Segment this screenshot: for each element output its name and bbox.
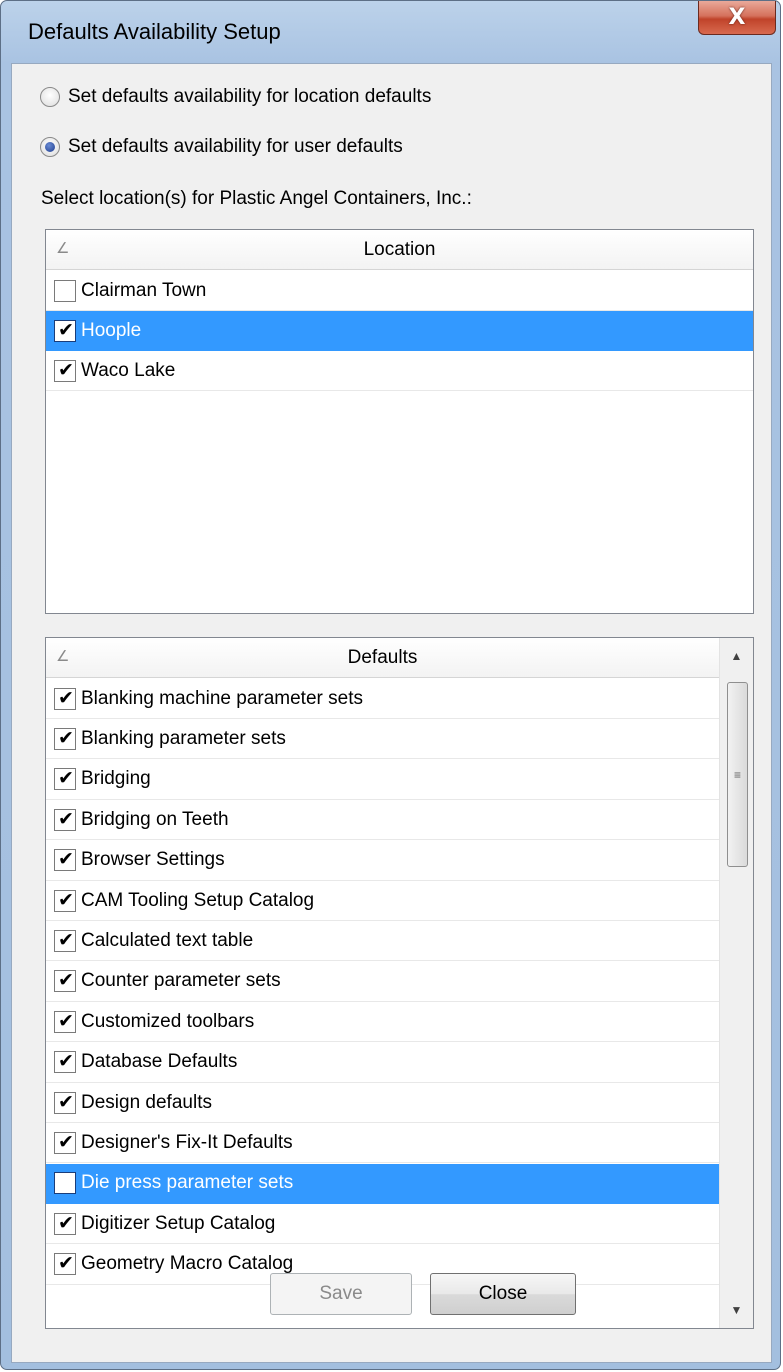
close-button[interactable]: Close bbox=[430, 1273, 576, 1315]
table-row[interactable]: ✔ CAM Tooling Setup Catalog bbox=[46, 881, 719, 921]
row-checkbox[interactable]: ✔ bbox=[54, 1009, 76, 1033]
checkmark-icon: ✔ bbox=[58, 1211, 74, 1234]
radio-location-defaults-label: Set defaults availability for location d… bbox=[68, 86, 432, 107]
radio-button-icon[interactable] bbox=[40, 87, 60, 107]
checkmark-icon: ✔ bbox=[58, 1130, 74, 1153]
table-row[interactable]: ✔ Bridging on Teeth bbox=[46, 800, 719, 841]
row-label: Calculated text table bbox=[81, 929, 254, 951]
row-checkbox[interactable]: ✔ bbox=[54, 888, 76, 912]
checkmark-icon: ✔ bbox=[58, 1090, 74, 1113]
dialog-client-area: Set defaults availability for location d… bbox=[11, 63, 772, 1363]
checkmark-icon: ✔ bbox=[58, 969, 74, 992]
table-row[interactable]: ✔ Counter parameter sets bbox=[46, 962, 719, 1002]
row-label: Bridging bbox=[81, 768, 151, 790]
radio-button-selected-icon[interactable] bbox=[40, 137, 60, 157]
table-row[interactable]: Clairman Town bbox=[46, 271, 753, 311]
scroll-down-arrow-icon[interactable]: ▼ bbox=[720, 1292, 753, 1328]
row-label: Customized toolbars bbox=[81, 1010, 255, 1032]
row-checkbox[interactable]: ✔ bbox=[54, 318, 76, 342]
row-label: Hoople bbox=[81, 319, 142, 341]
table-row[interactable]: ✔ Calculated text table bbox=[46, 921, 719, 962]
radio-user-defaults[interactable]: Set defaults availability for user defau… bbox=[40, 136, 403, 158]
table-row[interactable]: ✔ Database Defaults bbox=[46, 1043, 719, 1083]
row-label: Bridging on Teeth bbox=[81, 808, 229, 830]
row-checkbox[interactable]: ✔ bbox=[54, 726, 76, 750]
row-label: Blanking parameter sets bbox=[81, 727, 286, 749]
row-label: Geometry Macro Catalog bbox=[81, 1253, 294, 1275]
row-checkbox[interactable] bbox=[54, 279, 76, 302]
row-checkbox[interactable]: ✔ bbox=[54, 848, 76, 872]
table-row[interactable]: ✔ Browser Settings bbox=[46, 841, 719, 881]
row-checkbox[interactable]: ✔ bbox=[54, 686, 76, 710]
checkmark-icon: ✔ bbox=[58, 928, 74, 951]
defaults-grid[interactable]: ∠ Defaults ✔ Blanking machine parameter s… bbox=[45, 637, 754, 1329]
row-label: Digitizer Setup Catalog bbox=[81, 1212, 276, 1234]
location-column-header[interactable]: ∠ Location bbox=[46, 230, 753, 270]
scrollbar-grip-icon: ≡ bbox=[733, 767, 741, 782]
checkmark-icon: ✔ bbox=[58, 1252, 74, 1275]
defaults-vertical-scrollbar[interactable]: ▲ ≡ ▼ bbox=[719, 638, 753, 1328]
checkmark-icon: ✔ bbox=[58, 807, 74, 830]
window-close-button[interactable]: X bbox=[698, 1, 776, 35]
row-label: Waco Lake bbox=[81, 359, 176, 381]
row-label: Counter parameter sets bbox=[81, 970, 281, 992]
sort-indicator-icon: ∠ bbox=[56, 648, 70, 665]
table-row[interactable]: ✔ Design defaults bbox=[46, 1083, 719, 1123]
dialog-window: Defaults Availability Setup X Set defaul… bbox=[0, 0, 781, 1370]
checkmark-icon: ✔ bbox=[58, 767, 74, 790]
row-checkbox[interactable]: ✔ bbox=[54, 1211, 76, 1235]
row-checkbox[interactable]: ✔ bbox=[54, 1130, 76, 1154]
row-label: CAM Tooling Setup Catalog bbox=[81, 889, 315, 911]
select-location-prompt: Select location(s) for Plastic Angel Con… bbox=[41, 188, 472, 209]
row-checkbox[interactable]: ✔ bbox=[54, 1090, 76, 1114]
save-button[interactable]: Save bbox=[270, 1273, 412, 1315]
row-checkbox[interactable]: ✔ bbox=[54, 767, 76, 791]
checkmark-icon: ✔ bbox=[58, 888, 74, 911]
row-checkbox[interactable]: ✔ bbox=[54, 358, 76, 382]
location-grid[interactable]: ∠ Location Clairman Town ✔ Hoople ✔ Waco Lak… bbox=[45, 229, 754, 614]
row-checkbox[interactable]: ✔ bbox=[54, 1252, 76, 1276]
row-checkbox[interactable]: ✔ bbox=[54, 807, 76, 831]
defaults-header-label: Defaults bbox=[347, 646, 418, 668]
checkmark-icon: ✔ bbox=[58, 1050, 74, 1073]
location-header-label: Location bbox=[363, 238, 436, 260]
row-label: Design defaults bbox=[81, 1091, 212, 1113]
checkmark-icon: ✔ bbox=[58, 1009, 74, 1032]
row-label: Die press parameter sets bbox=[81, 1172, 294, 1194]
row-label: Clairman Town bbox=[81, 279, 207, 301]
table-row[interactable]: ✔ Blanking machine parameter sets bbox=[46, 679, 719, 719]
row-checkbox[interactable]: ✔ bbox=[54, 969, 76, 993]
row-checkbox[interactable]: ✔ bbox=[54, 1050, 76, 1074]
row-label: Blanking machine parameter sets bbox=[81, 687, 363, 709]
row-label: Designer's Fix-It Defaults bbox=[81, 1131, 293, 1153]
table-row[interactable]: ✔ Blanking parameter sets bbox=[46, 719, 719, 760]
row-label: Browser Settings bbox=[81, 849, 225, 871]
table-row[interactable]: ✔ Digitizer Setup Catalog bbox=[46, 1204, 719, 1245]
window-title: Defaults Availability Setup bbox=[28, 19, 281, 44]
checkmark-icon: ✔ bbox=[58, 358, 74, 381]
checkmark-icon: ✔ bbox=[58, 848, 74, 871]
checkmark-icon: ✔ bbox=[58, 318, 74, 341]
table-row[interactable]: ✔ Waco Lake bbox=[46, 351, 753, 391]
table-row[interactable]: Die press parameter sets bbox=[46, 1163, 719, 1204]
sort-indicator-icon: ∠ bbox=[56, 240, 70, 257]
table-row[interactable]: ✔ Hoople bbox=[46, 311, 753, 351]
table-row[interactable]: ✔ Customized toolbars bbox=[46, 1002, 719, 1043]
scroll-up-arrow-icon[interactable]: ▲ bbox=[720, 638, 753, 674]
table-row[interactable]: ✔ Designer's Fix-It Defaults bbox=[46, 1123, 719, 1164]
row-checkbox[interactable]: ✔ bbox=[54, 928, 76, 952]
defaults-column-header[interactable]: ∠ Defaults bbox=[46, 638, 719, 678]
table-row[interactable]: ✔ Bridging bbox=[46, 760, 719, 800]
row-label: Database Defaults bbox=[81, 1051, 238, 1073]
radio-location-defaults[interactable]: Set defaults availability for location d… bbox=[40, 86, 431, 108]
row-checkbox[interactable] bbox=[54, 1172, 76, 1195]
scrollbar-thumb[interactable]: ≡ bbox=[727, 682, 748, 867]
checkmark-icon: ✔ bbox=[58, 686, 74, 709]
radio-user-defaults-label: Set defaults availability for user defau… bbox=[68, 136, 403, 157]
checkmark-icon: ✔ bbox=[58, 726, 74, 749]
close-icon: X bbox=[728, 5, 746, 30]
